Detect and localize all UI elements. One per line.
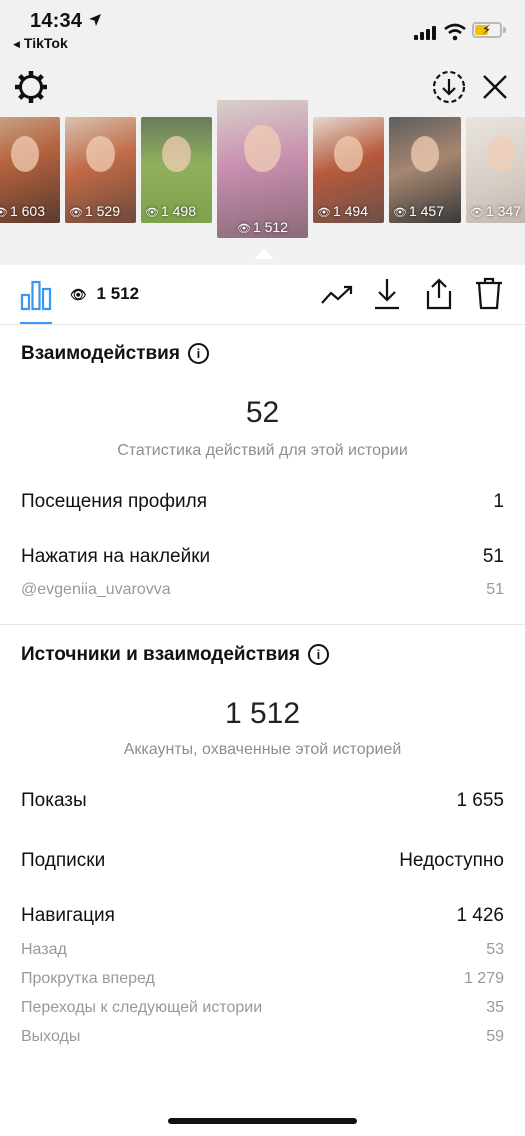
thumbnail-views-value: 1 494 — [332, 203, 369, 219]
profile-visits-value: 1 — [493, 491, 504, 512]
story-thumbnail[interactable]: 👁 1 603 — [0, 117, 60, 223]
views-count-value: 1 512 — [96, 284, 140, 303]
eye-icon: 👁 — [317, 207, 331, 219]
thumbnail-views: 👁 1 529 — [69, 203, 120, 219]
story-thumbnail[interactable]: 👁 1 498 — [141, 117, 212, 223]
eye-icon: 👁 — [470, 207, 484, 219]
discovery-total: 1 512 — [224, 697, 301, 730]
battery-icon: ⚡ — [472, 22, 506, 38]
sticker-taps-value: 51 — [482, 546, 504, 567]
story-thumbnail[interactable]: 👁 1 457 — [389, 117, 461, 223]
eye-icon: 👁 — [70, 287, 87, 302]
location-arrow-icon — [89, 14, 101, 26]
thumbnail-image — [334, 136, 363, 173]
back-label: Назад — [21, 941, 67, 958]
thumbnail-views-value: 1 603 — [9, 203, 46, 219]
thumbnail-views: 👁 1 512 — [237, 219, 288, 235]
gear-icon[interactable] — [14, 70, 48, 104]
status-bar: 14:34 ◀ TikTok ⚡ — [0, 0, 525, 56]
thumbnail-image — [487, 136, 515, 173]
thumbnail-image — [410, 136, 440, 173]
thumbnail-image — [86, 136, 115, 173]
back-arrow-icon: ◀ — [13, 39, 20, 49]
back-to-app-link[interactable]: ◀ TikTok — [13, 35, 68, 51]
mention-label: @evgeniia_uvarovva — [21, 581, 171, 598]
trend-icon[interactable] — [320, 281, 354, 309]
thumbnail-views-value: 1 529 — [84, 203, 121, 219]
download-icon[interactable] — [373, 277, 401, 311]
selected-story-pointer — [254, 249, 274, 259]
wifi-icon — [444, 23, 466, 41]
navigation-label: Навигация — [21, 905, 115, 926]
thumbnail-views-value: 1 512 — [252, 219, 289, 235]
forward-label: Прокрутка вперед — [21, 970, 155, 987]
thumbnail-views-value: 1 498 — [160, 203, 197, 219]
thumbnail-image — [244, 124, 281, 172]
eye-icon: 👁 — [236, 223, 251, 235]
eye-icon: 👁 — [0, 207, 8, 219]
section-divider — [0, 624, 525, 625]
signal-icon — [414, 26, 438, 40]
mention-value: 51 — [486, 581, 504, 598]
discovery-section-title: Источники и взаимодействия i — [21, 644, 329, 666]
story-thumbnail[interactable]: 👁 1 494 — [313, 117, 384, 223]
story-header-area: 14:34 ◀ TikTok ⚡ 👁 1 603 👁 1 529 👁 1 498… — [0, 0, 525, 265]
story-thumbnail[interactable]: 👁 1 529 — [65, 117, 136, 223]
thumbnail-views: 👁 1 494 — [317, 203, 368, 219]
save-icon[interactable] — [432, 70, 466, 104]
discovery-title-text: Источники и взаимодействия — [21, 644, 300, 665]
thumbnail-views-value: 1 457 — [408, 203, 445, 219]
thumbnail-image — [162, 136, 191, 173]
story-thumbnail[interactable]: 👁 1 347 — [466, 117, 525, 223]
interactions-section-title: Взаимодействия i — [21, 343, 209, 365]
eye-icon: 👁 — [393, 207, 407, 219]
follows-label: Подписки — [21, 850, 106, 871]
story-thumbnail-selected[interactable]: 👁 1 512 — [217, 100, 308, 238]
status-time: 14:34 — [30, 10, 83, 32]
impressions-label: Показы — [21, 790, 87, 811]
interactions-caption: Статистика действий для этой истории — [117, 442, 408, 459]
bar-chart-icon[interactable] — [20, 279, 52, 311]
share-icon[interactable] — [424, 277, 454, 311]
info-icon[interactable]: i — [307, 644, 329, 665]
next-story-label: Переходы к следующей истории — [21, 999, 263, 1016]
close-icon[interactable] — [480, 72, 510, 102]
follows-value: Недоступно — [399, 850, 504, 871]
back-app-label: TikTok — [23, 35, 68, 51]
exits-label: Выходы — [21, 1028, 81, 1045]
thumbnail-image — [11, 136, 39, 173]
thumbnail-views: 👁 1 347 — [470, 203, 521, 219]
eye-icon: 👁 — [69, 207, 83, 219]
thumbnail-views-value: 1 347 — [485, 203, 522, 219]
thumbnail-views: 👁 1 457 — [393, 203, 444, 219]
thumbnail-views: 👁 1 498 — [145, 203, 196, 219]
back-value: 53 — [486, 941, 504, 958]
exits-value: 59 — [486, 1028, 504, 1045]
home-indicator[interactable] — [168, 1118, 357, 1124]
trash-icon[interactable] — [474, 277, 504, 311]
forward-value: 1 279 — [463, 970, 504, 987]
sticker-taps-label: Нажатия на наклейки — [21, 546, 211, 567]
profile-visits-label: Посещения профиля — [21, 491, 207, 512]
navigation-value: 1 426 — [456, 905, 504, 926]
next-story-value: 35 — [486, 999, 504, 1016]
eye-icon: 👁 — [145, 207, 159, 219]
views-count: 👁 1 512 — [70, 284, 139, 304]
interactions-title-text: Взаимодействия — [21, 343, 180, 364]
active-tab-indicator — [20, 322, 52, 324]
interactions-total: 52 — [245, 396, 280, 429]
thumbnail-views: 👁 1 603 — [0, 203, 45, 219]
impressions-value: 1 655 — [456, 790, 504, 811]
info-icon[interactable]: i — [187, 343, 209, 364]
discovery-caption: Аккаунты, охваченные этой историей — [123, 741, 402, 758]
